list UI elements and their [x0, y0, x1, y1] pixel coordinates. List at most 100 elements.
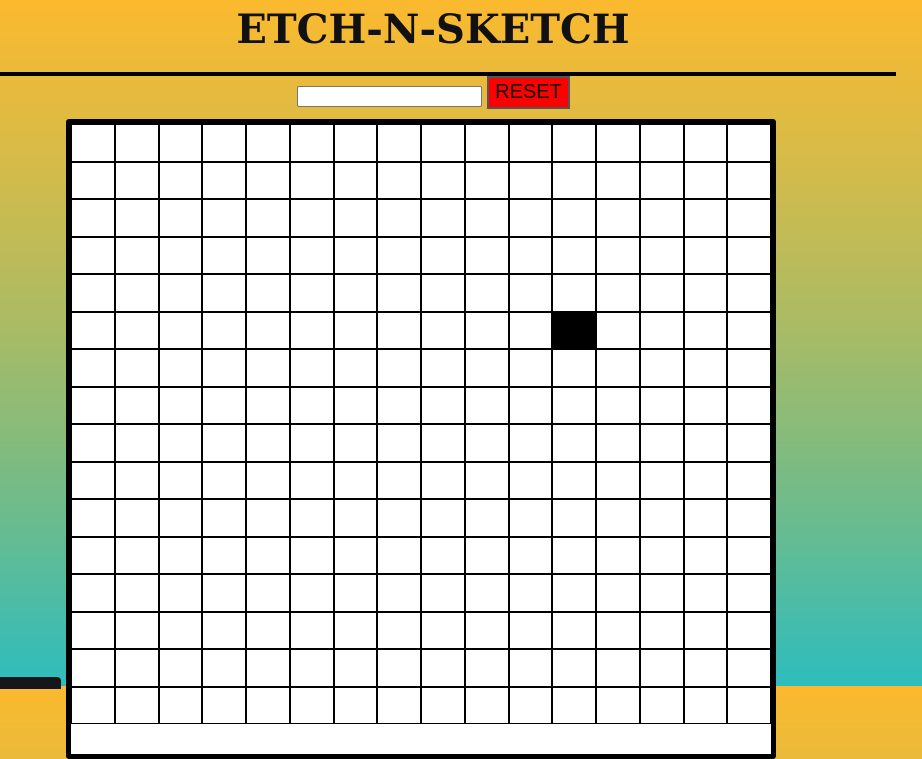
grid-cell[interactable]: [639, 499, 684, 537]
grid-cell[interactable]: [289, 461, 334, 499]
grid-cell[interactable]: [421, 424, 465, 462]
grid-cell[interactable]: [464, 499, 509, 537]
grid-cell[interactable]: [114, 274, 159, 312]
grid-cell[interactable]: [508, 236, 553, 274]
grid-cell[interactable]: [683, 574, 728, 612]
grid-cell[interactable]: [464, 311, 509, 349]
grid-cell[interactable]: [71, 499, 115, 537]
grid-cell[interactable]: [377, 274, 421, 312]
grid-cell[interactable]: [202, 461, 246, 499]
grid-cell[interactable]: [202, 611, 246, 649]
grid-cell[interactable]: [639, 236, 684, 274]
grid-cell[interactable]: [464, 236, 509, 274]
grid-cell[interactable]: [377, 236, 421, 274]
grid-cell[interactable]: [333, 274, 378, 312]
grid-cell[interactable]: [71, 686, 115, 724]
grid-cell[interactable]: [333, 686, 378, 724]
grid-cell[interactable]: [202, 311, 246, 349]
grid-cell[interactable]: [158, 499, 203, 537]
grid-cell[interactable]: [727, 311, 771, 349]
grid-cell[interactable]: [639, 611, 684, 649]
grid-cell[interactable]: [333, 161, 378, 199]
grid-cell[interactable]: [639, 349, 684, 387]
grid-cell[interactable]: [639, 311, 684, 349]
grid-cell[interactable]: [158, 611, 203, 649]
grid-cell[interactable]: [727, 499, 771, 537]
grid-cell[interactable]: [114, 574, 159, 612]
grid-cell[interactable]: [508, 499, 553, 537]
grid-cell[interactable]: [333, 349, 378, 387]
grid-cell[interactable]: [727, 349, 771, 387]
grid-cell[interactable]: [202, 386, 246, 424]
grid-cell[interactable]: [421, 574, 465, 612]
grid-cell[interactable]: [596, 611, 640, 649]
grid-cell-painted[interactable]: [552, 311, 596, 349]
grid-cell[interactable]: [421, 161, 465, 199]
grid-cell[interactable]: [377, 611, 421, 649]
grid-cell[interactable]: [639, 424, 684, 462]
grid-cell[interactable]: [289, 686, 334, 724]
grid-cell[interactable]: [596, 461, 640, 499]
grid-cell[interactable]: [552, 386, 596, 424]
grid-cell[interactable]: [246, 649, 290, 687]
grid-cell[interactable]: [202, 536, 246, 574]
grid-cell[interactable]: [289, 124, 334, 162]
grid-cell[interactable]: [114, 349, 159, 387]
grid-cell[interactable]: [333, 499, 378, 537]
grid-cell[interactable]: [71, 124, 115, 162]
grid-cell[interactable]: [552, 649, 596, 687]
grid-cell[interactable]: [202, 686, 246, 724]
grid-cell[interactable]: [377, 349, 421, 387]
grid-cell[interactable]: [552, 499, 596, 537]
grid-cell[interactable]: [158, 574, 203, 612]
grid-cell[interactable]: [552, 274, 596, 312]
grid-cell[interactable]: [552, 161, 596, 199]
grid-cell[interactable]: [289, 424, 334, 462]
grid-cell[interactable]: [333, 536, 378, 574]
grid-cell[interactable]: [683, 686, 728, 724]
grid-cell[interactable]: [727, 649, 771, 687]
grid-cell[interactable]: [596, 686, 640, 724]
grid-cell[interactable]: [246, 686, 290, 724]
grid-cell[interactable]: [246, 124, 290, 162]
sketch-board[interactable]: [66, 119, 776, 759]
grid-cell[interactable]: [552, 236, 596, 274]
grid-cell[interactable]: [508, 311, 553, 349]
grid-cell[interactable]: [464, 424, 509, 462]
grid-cell[interactable]: [246, 611, 290, 649]
grid-cell[interactable]: [71, 574, 115, 612]
grid-cell[interactable]: [683, 461, 728, 499]
grid-cell[interactable]: [71, 536, 115, 574]
grid-cell[interactable]: [596, 161, 640, 199]
grid-cell[interactable]: [71, 199, 115, 237]
grid-cell[interactable]: [246, 386, 290, 424]
grid-cell[interactable]: [114, 161, 159, 199]
grid-cell[interactable]: [596, 499, 640, 537]
grid-cell[interactable]: [246, 311, 290, 349]
grid-cell[interactable]: [333, 199, 378, 237]
grid-cell[interactable]: [552, 199, 596, 237]
grid-cell[interactable]: [421, 686, 465, 724]
grid-cell[interactable]: [202, 499, 246, 537]
grid-cell[interactable]: [377, 536, 421, 574]
grid-cell[interactable]: [202, 236, 246, 274]
grid-cell[interactable]: [246, 574, 290, 612]
grid-cell[interactable]: [158, 274, 203, 312]
grid-cell[interactable]: [464, 386, 509, 424]
grid-cell[interactable]: [464, 649, 509, 687]
grid-cell[interactable]: [289, 649, 334, 687]
grid-cell[interactable]: [596, 349, 640, 387]
grid-cell[interactable]: [333, 611, 378, 649]
grid-cell[interactable]: [552, 611, 596, 649]
grid-cell[interactable]: [333, 124, 378, 162]
grid-cell[interactable]: [71, 386, 115, 424]
grid-cell[interactable]: [71, 161, 115, 199]
grid-cell[interactable]: [421, 311, 465, 349]
grid-cell[interactable]: [114, 649, 159, 687]
grid-cell[interactable]: [464, 536, 509, 574]
grid-cell[interactable]: [464, 161, 509, 199]
grid-cell[interactable]: [246, 536, 290, 574]
grid-cell[interactable]: [727, 424, 771, 462]
grid-cell[interactable]: [596, 236, 640, 274]
grid-cell[interactable]: [421, 236, 465, 274]
